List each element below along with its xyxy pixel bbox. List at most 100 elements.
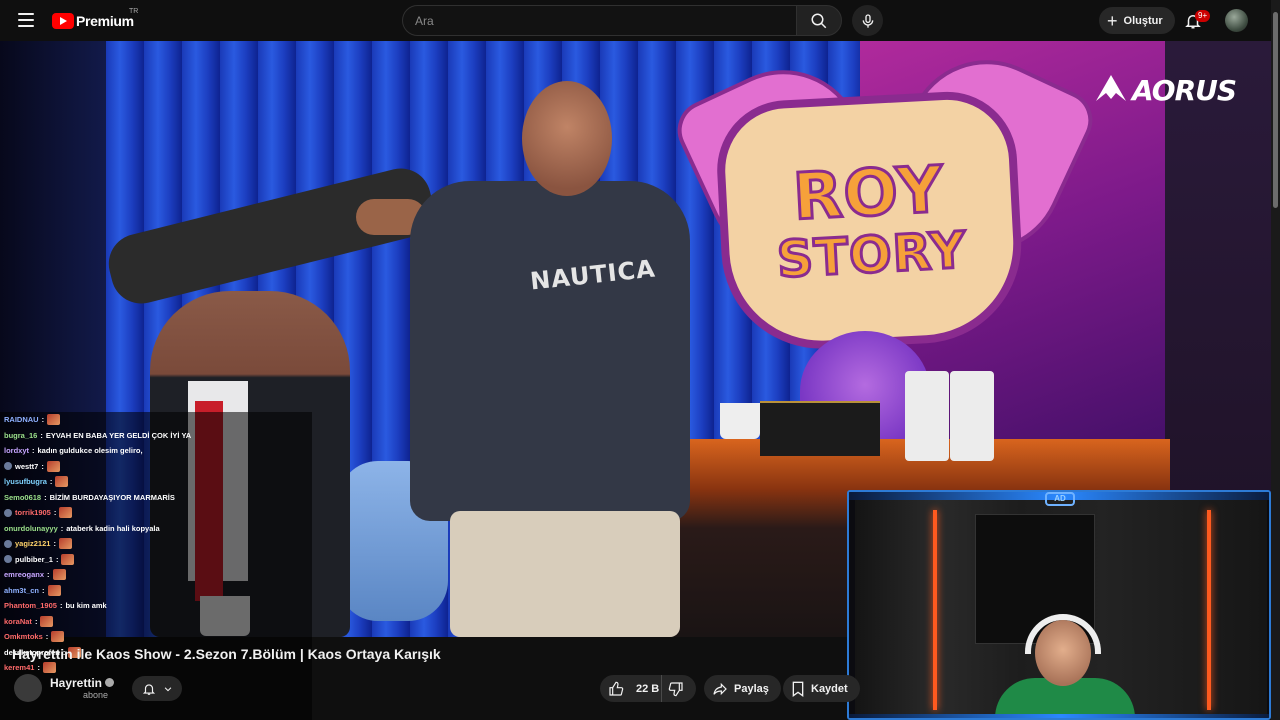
chat-username: emreoganx <box>4 570 45 579</box>
chat-separator: : <box>53 539 56 548</box>
youtube-logo[interactable]: Premium TR <box>52 8 138 32</box>
sign-line-2: STORY <box>774 220 969 291</box>
create-label: Oluştur <box>1123 14 1163 27</box>
dislike-button[interactable] <box>662 675 696 702</box>
streamer <box>995 614 1135 718</box>
notification-badge: 9+ <box>1195 10 1211 22</box>
scroll-thumb[interactable] <box>1273 12 1278 208</box>
chat-emote-icon <box>58 538 72 550</box>
thumbs-up-icon <box>609 681 624 696</box>
chat-separator: : <box>41 461 44 471</box>
like-button[interactable]: 22 B <box>600 675 662 702</box>
chat-message: torrik1905: <box>0 505 312 521</box>
search-button[interactable] <box>796 5 842 36</box>
webcam-overlay: AD <box>847 490 1271 720</box>
create-button[interactable]: + Oluştur <box>1099 7 1175 34</box>
coffee-bag <box>950 371 994 461</box>
share-button[interactable]: Paylaş <box>704 675 781 702</box>
subscriber-count: abone <box>83 690 109 700</box>
chat-badge-icon <box>4 555 12 564</box>
plus-icon: + <box>1107 10 1118 31</box>
save-button[interactable]: Kaydet <box>783 675 860 702</box>
logo-text: Premium <box>76 13 134 29</box>
chat-emote-icon <box>52 569 66 581</box>
subscription-bell-button[interactable] <box>132 676 182 701</box>
aorus-eagle-icon <box>1096 75 1126 101</box>
cam-logo: AD <box>1045 492 1075 506</box>
chat-list: RAIDNAU: bugra_16: EYVAH EN BABA YER GELDİ… <box>0 412 312 676</box>
channel-name[interactable]: Hayrettin <box>50 676 115 690</box>
chat-username: koraNat <box>4 616 32 626</box>
chat-separator: : <box>37 663 40 672</box>
chat-separator: : <box>49 477 53 486</box>
chat-message: Semo0618: BİZİM BURDAYAŞIYOR MARMARİS <box>0 490 312 506</box>
chat-text: BİZİM BURDAYAŞIYOR MARMARİS <box>49 492 175 502</box>
chat-text: EYVAH EN BABA YER GELDİ ÇOK İYİ YA <box>45 430 192 440</box>
chat-separator: : <box>42 585 45 595</box>
chat-emote-icon <box>59 507 73 519</box>
chat-emote-icon <box>55 476 69 488</box>
chat-message: Omkmtoks: <box>0 629 312 645</box>
chat-separator: : <box>45 632 49 641</box>
chat-separator: : <box>47 570 50 579</box>
thumbs-down-icon <box>668 681 683 696</box>
chat-username: onurdolunayyy <box>4 523 58 533</box>
save-label: Kaydet <box>811 682 848 695</box>
chat-separator: : <box>59 601 63 610</box>
chat-message: RAIDNAU: <box>0 412 312 428</box>
like-dislike-group: 22 B <box>600 675 696 702</box>
roy-story-sign: ROY STORY <box>713 88 1027 354</box>
channel-avatar[interactable] <box>14 674 42 702</box>
voice-search-button[interactable] <box>852 5 883 36</box>
chat-badge-icon <box>4 462 12 471</box>
search-icon <box>811 13 827 28</box>
chat-message: kerem41: <box>0 660 312 676</box>
dancing-presenter: NAUTICA <box>390 81 730 637</box>
page-scrollbar[interactable] <box>1271 0 1280 720</box>
chat-separator: : <box>44 492 47 502</box>
chat-message: lyusufbugra: <box>0 474 312 490</box>
menu-icon[interactable] <box>14 8 38 32</box>
search-input[interactable] <box>402 5 796 36</box>
chat-username: lyusufbugra <box>4 477 47 486</box>
chat-message: emreoganx: <box>0 567 312 583</box>
presenter-head <box>522 81 612 196</box>
chat-separator: : <box>32 446 35 455</box>
chat-emote-icon <box>51 631 65 643</box>
cam-frame-bottom <box>849 714 1269 718</box>
led-strip <box>1207 510 1211 710</box>
sign-line-1: ROY <box>790 152 947 237</box>
video-title: Hayrettin ile Kaos Show - 2.Sezon 7.Bölü… <box>12 646 441 662</box>
chat-badge-icon <box>4 539 12 548</box>
aorus-logo-text: AORUS <box>1132 74 1237 107</box>
chat-separator: : <box>60 523 64 533</box>
chat-username: bugra_16 <box>4 430 38 440</box>
share-icon <box>713 682 727 695</box>
chat-badge-icon <box>4 508 12 517</box>
chat-message: pulbiber_1: <box>0 552 312 568</box>
coffee-bag <box>905 371 949 461</box>
chat-emote-icon <box>61 553 75 565</box>
presenter-shirt <box>410 181 690 521</box>
bell-icon <box>142 683 155 695</box>
chat-username: lordxyt <box>4 446 30 455</box>
chat-username: Omkmtoks <box>4 632 43 641</box>
chat-message: yagiz2121: <box>0 536 312 552</box>
chevron-down-icon <box>164 686 171 691</box>
live-chat-overlay: RAIDNAU: bugra_16: EYVAH EN BABA YER GELDİ… <box>0 412 312 720</box>
chat-separator: : <box>34 616 38 626</box>
chat-message: koraNat: <box>0 614 312 630</box>
chat-username: Semo0618 <box>4 492 42 502</box>
chat-username: westt7 <box>15 461 39 471</box>
share-label: Paylaş <box>734 682 769 695</box>
product-boxes <box>760 401 880 456</box>
chat-message: westt7: <box>0 459 312 475</box>
chat-text: ataberk kadin hali kopyala <box>66 523 160 533</box>
verified-icon <box>105 678 115 687</box>
microphone-icon <box>862 13 873 28</box>
chat-username: RAIDNAU <box>4 415 39 424</box>
chat-separator: : <box>53 508 57 517</box>
account-avatar[interactable] <box>1225 9 1248 32</box>
chat-username: pulbiber_1 <box>15 554 53 564</box>
channel-name-text: Hayrettin <box>50 676 103 690</box>
